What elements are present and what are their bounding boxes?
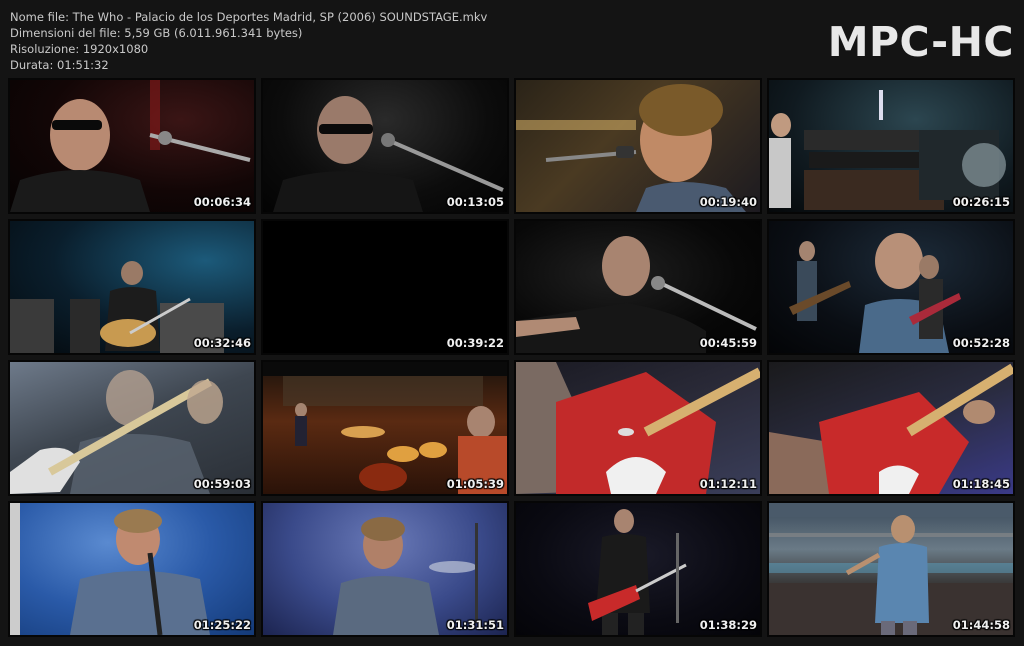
timestamp: 01:38:29 (699, 618, 757, 632)
video-frame-image (10, 503, 254, 635)
timestamp: 01:44:58 (952, 618, 1010, 632)
thumbnail-8[interactable]: 00:52:28 (767, 219, 1015, 355)
thumbnail-2[interactable]: 00:13:05 (261, 78, 509, 214)
thumbnail-3[interactable]: 00:19:40 (514, 78, 762, 214)
video-frame-image (769, 80, 1013, 212)
video-frame-image (769, 503, 1013, 635)
thumbnail-16[interactable]: 01:44:58 (767, 501, 1015, 637)
thumbnail-10[interactable]: 01:05:39 (261, 360, 509, 496)
video-frame-image (516, 362, 760, 494)
video-frame-image (769, 362, 1013, 494)
thumbnail-13[interactable]: 01:25:22 (8, 501, 256, 637)
mpc-hc-logo: MPC-HC (827, 18, 1014, 66)
timestamp: 00:06:34 (193, 195, 251, 209)
thumbnail-grid: 00:06:34 00:13:05 00:19:40 00:26:15 00:3… (8, 78, 1015, 637)
thumbnail-14[interactable]: 01:31:51 (261, 501, 509, 637)
thumbnail-9[interactable]: 00:59:03 (8, 360, 256, 496)
video-frame-image (516, 80, 760, 212)
file-info: Nome file: The Who - Palacio de los Depo… (10, 9, 487, 73)
duration-line: Durata: 01:51:32 (10, 58, 109, 72)
video-frame-image (263, 80, 507, 212)
timestamp: 00:19:40 (699, 195, 757, 209)
video-frame-image (10, 80, 254, 212)
timestamp: 00:39:22 (446, 336, 504, 350)
file-size-line: Dimensioni del file: 5,59 GB (6.011.961.… (10, 26, 303, 40)
timestamp: 01:31:51 (446, 618, 504, 632)
timestamp: 00:32:46 (193, 336, 251, 350)
video-frame-image (263, 503, 507, 635)
video-frame-image (769, 221, 1013, 353)
video-frame-image (263, 362, 507, 494)
thumbnail-4[interactable]: 00:26:15 (767, 78, 1015, 214)
video-frame-image (10, 362, 254, 494)
thumbnail-15[interactable]: 01:38:29 (514, 501, 762, 637)
video-frame-image (516, 503, 760, 635)
timestamp: 00:59:03 (193, 477, 251, 491)
timestamp: 01:25:22 (193, 618, 251, 632)
thumbnail-11[interactable]: 01:12:11 (514, 360, 762, 496)
video-frame-image (516, 221, 760, 353)
resolution-line: Risoluzione: 1920x1080 (10, 42, 149, 56)
timestamp: 01:18:45 (952, 477, 1010, 491)
thumbnail-1[interactable]: 00:06:34 (8, 78, 256, 214)
timestamp: 00:52:28 (952, 336, 1010, 350)
thumbnail-6[interactable]: 00:39:22 (261, 219, 509, 355)
thumbnail-7[interactable]: 00:45:59 (514, 219, 762, 355)
thumbnail-5[interactable]: 00:32:46 (8, 219, 256, 355)
timestamp: 00:13:05 (446, 195, 504, 209)
video-frame-image (10, 221, 254, 353)
timestamp: 00:45:59 (699, 336, 757, 350)
file-name-line: Nome file: The Who - Palacio de los Depo… (10, 10, 488, 24)
timestamp: 00:26:15 (952, 195, 1010, 209)
thumbnail-12[interactable]: 01:18:45 (767, 360, 1015, 496)
video-frame-image (263, 221, 507, 353)
timestamp: 01:12:11 (699, 477, 757, 491)
timestamp: 01:05:39 (446, 477, 504, 491)
